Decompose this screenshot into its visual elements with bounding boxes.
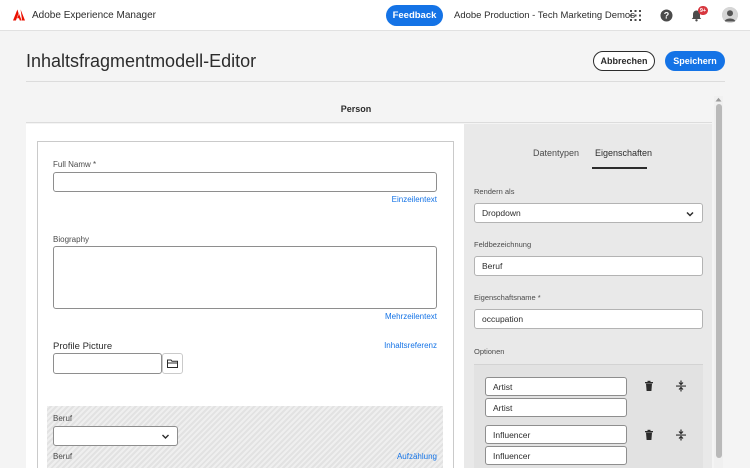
top-bar: Adobe Experience Manager Feedback Adobe … <box>0 0 750 31</box>
render-as-select[interactable]: Dropdown <box>474 203 703 223</box>
reorder-icon[interactable] <box>675 429 687 441</box>
cancel-button[interactable]: Abbrechen <box>593 51 655 71</box>
option-label-text: Influencer <box>493 429 531 440</box>
avatar[interactable] <box>722 7 738 23</box>
svg-text:?: ? <box>664 11 670 21</box>
field-type-content-reference[interactable]: Inhaltsreferenz <box>317 341 437 350</box>
model-name: Person <box>340 104 372 114</box>
help-icon[interactable]: ? <box>660 9 673 22</box>
field-type-multi-line[interactable]: Mehrzeilentext <box>317 312 437 321</box>
save-button[interactable]: Speichern <box>665 51 725 71</box>
page-title: Inhaltsfragmentmodell-Editor <box>26 51 257 71</box>
active-tab-indicator <box>592 167 647 169</box>
property-name-input[interactable]: occupation <box>474 309 703 329</box>
biography-textarea[interactable] <box>53 246 437 309</box>
reorder-icon[interactable] <box>675 380 687 392</box>
tab-properties[interactable]: Eigenschaften <box>595 148 652 158</box>
option-value-text: Influencer <box>493 450 531 461</box>
field-label-label: Feldbezeichnung <box>474 240 532 249</box>
full-name-input[interactable] <box>53 172 437 192</box>
option-label-input[interactable]: Artist <box>485 377 627 396</box>
chevron-down-icon <box>162 434 169 439</box>
options-label: Optionen <box>474 347 505 356</box>
field-label-profile-picture: Profile Picture <box>53 341 113 352</box>
field-label-input[interactable]: Beruf <box>474 256 703 276</box>
scroll-up-icon[interactable] <box>715 97 722 102</box>
org-switcher[interactable]: Adobe Production - Tech Marketing Demos <box>454 10 635 21</box>
field-type-enumeration[interactable]: Aufzählung <box>317 452 437 461</box>
browse-button[interactable] <box>162 353 183 374</box>
option-value-input[interactable]: Artist <box>485 398 627 417</box>
apps-grid-icon[interactable] <box>629 9 642 22</box>
field-type-single-line[interactable]: Einzeilentext <box>337 195 437 204</box>
field-label-biography: Biography <box>53 235 90 244</box>
option-value-text: Artist <box>493 402 513 413</box>
scrollbar-thumb[interactable] <box>716 104 722 458</box>
trash-icon[interactable] <box>643 380 655 392</box>
field-label-full-name: Full Namw * <box>53 160 97 169</box>
profile-picture-input[interactable] <box>53 353 162 374</box>
option-label-input[interactable]: Influencer <box>485 425 627 444</box>
field-label-value: Beruf <box>482 261 503 271</box>
property-name-label: Eigenschaftsname * <box>474 293 541 302</box>
field-sublabel-beruf: Beruf <box>53 452 73 461</box>
chevron-down-icon <box>686 211 694 217</box>
adobe-logo-icon[interactable] <box>13 9 25 21</box>
app-title[interactable]: Adobe Experience Manager <box>32 10 156 21</box>
trash-icon[interactable] <box>643 429 655 441</box>
folder-icon <box>167 359 178 368</box>
feedback-button[interactable]: Feedback <box>386 5 443 26</box>
title-divider <box>26 81 725 82</box>
render-as-label: Rendern als <box>474 187 515 196</box>
beruf-dropdown[interactable] <box>53 426 178 446</box>
user-avatar-icon <box>722 7 738 23</box>
render-as-value: Dropdown <box>482 208 521 218</box>
notification-badge: 9+ <box>698 6 708 15</box>
field-label-beruf: Beruf <box>53 414 73 423</box>
option-label-text: Artist <box>493 381 513 392</box>
property-name-value: occupation <box>482 314 524 324</box>
tab-data-types[interactable]: Datentypen <box>533 148 579 158</box>
option-value-input[interactable]: Influencer <box>485 446 627 465</box>
